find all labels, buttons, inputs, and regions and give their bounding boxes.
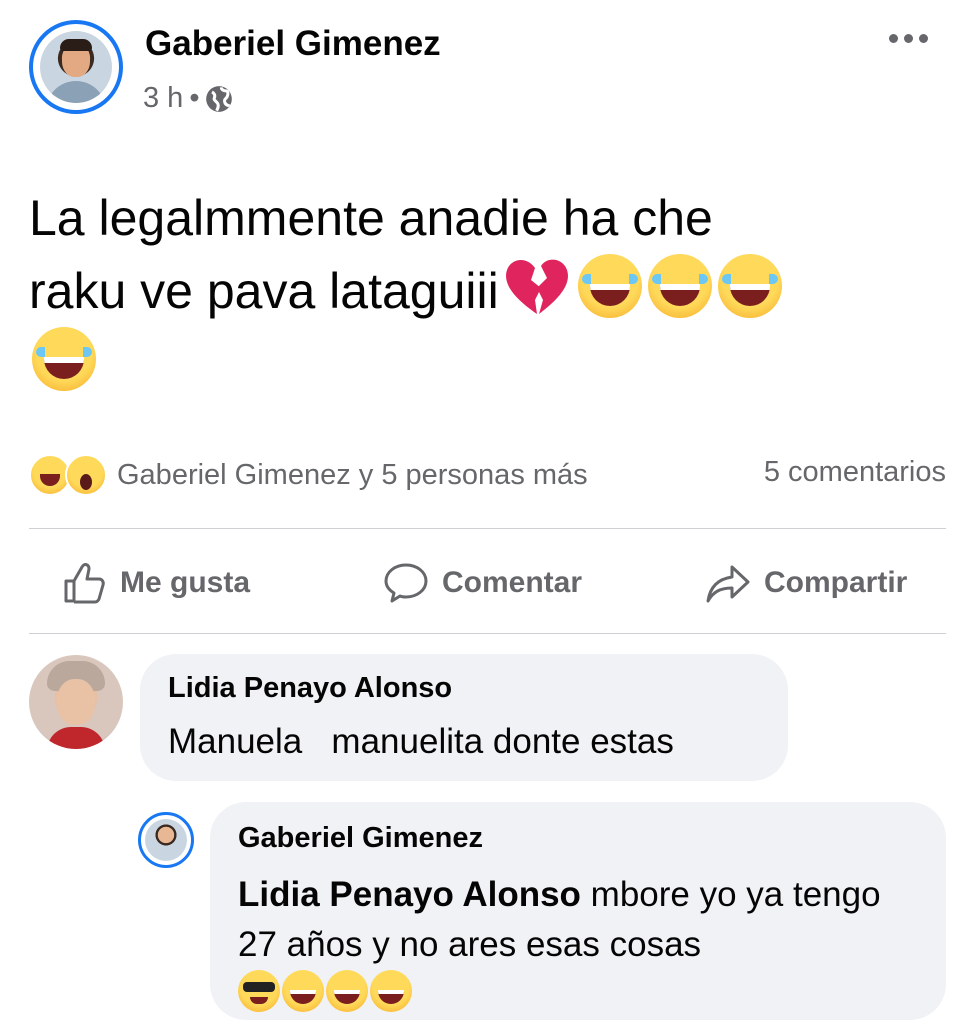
sunglasses-face-icon [238,970,280,1012]
reply-author[interactable]: Gaberiel Gimenez [238,822,483,855]
post-body: La legalmmente anadie ha che raku ve pav… [29,182,939,400]
like-button[interactable]: Me gusta [60,554,250,612]
comment-label: Comentar [442,566,583,599]
like-label: Me gusta [120,566,251,599]
comment-bubble: Lidia Penayo Alonso Manuela manuelita do… [140,654,788,781]
share-arrow-icon [706,565,750,603]
meta-separator: • [189,82,200,114]
author-avatar[interactable] [29,20,123,114]
commenter-avatar[interactable] [29,655,123,749]
reactions-text: Gaberiel Gimenez y 5 personas más [117,458,588,491]
share-button[interactable]: Compartir [704,554,907,612]
laughing-tears-icon [577,254,642,318]
avatar-photo [40,31,112,103]
comment-author[interactable]: Lidia Penayo Alonso [168,672,452,705]
post-author-name[interactable]: Gaberiel Gimenez [145,24,441,64]
reply-mention[interactable]: Lidia Penayo Alonso [238,875,581,914]
divider [29,528,946,529]
comment-text: Manuela manuelita donte estas [168,722,674,761]
more-options-icon[interactable] [889,28,935,48]
reply-bubble: Gaberiel Gimenez Lidia Penayo Alonso mbo… [210,802,946,1020]
comments-count-link[interactable]: 5 comentarios [764,456,946,489]
globe-icon [206,85,233,112]
laughing-tears-icon [282,970,324,1012]
post-time[interactable]: 3 h [143,82,183,115]
share-label: Compartir [764,566,908,599]
reply-text: Lidia Penayo Alonso mbore yo ya tengo 27… [238,870,918,1020]
avatar-photo [145,819,187,861]
post-meta: 3 h • [143,82,233,115]
speech-bubble-icon [384,563,428,603]
laughing-tears-icon [370,970,412,1012]
thumbs-up-icon [64,563,105,604]
post-text-line-1: La legalmmente anadie ha che [29,190,713,246]
reactions-summary[interactable]: Gaberiel Gimenez y 5 personas más [29,454,588,496]
laughing-tears-icon [326,970,368,1012]
laughing-tears-icon [32,327,96,391]
comment-button[interactable]: Comentar [382,554,582,612]
post-text-line-3 [29,327,939,400]
post-text-line-2-text: raku ve pava lataguiii [29,263,499,319]
reply-author-avatar[interactable] [138,812,194,868]
broken-heart-icon [505,259,568,314]
laughing-tears-icon [647,254,712,318]
divider [29,633,946,634]
post-text-line-2: raku ve pava lataguiii [29,254,939,327]
laughing-tears-icon [717,254,782,318]
wow-reaction-icon [65,454,107,496]
